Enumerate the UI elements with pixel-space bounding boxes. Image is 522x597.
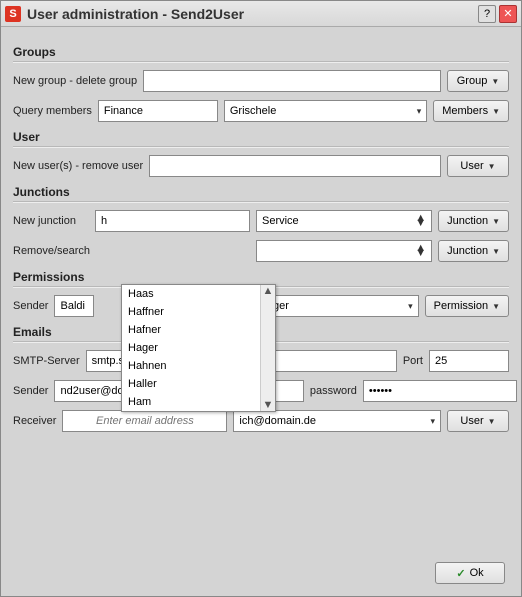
scroll-down-icon: ▼ bbox=[263, 399, 274, 411]
permission-sender-input[interactable] bbox=[54, 295, 94, 317]
port-label: Port bbox=[403, 355, 423, 367]
permission-button[interactable]: Permission▼ bbox=[425, 295, 509, 317]
password-input[interactable] bbox=[363, 380, 517, 402]
query-members-input[interactable] bbox=[98, 100, 218, 122]
chevron-down-icon: ▼ bbox=[492, 247, 500, 256]
autocomplete-dropdown[interactable]: Haas Haffner Hafner Hager Hahnen Haller … bbox=[121, 284, 276, 412]
chevron-down-icon: ▼ bbox=[488, 417, 496, 426]
new-junction-input[interactable] bbox=[95, 210, 250, 232]
user-button[interactable]: User▼ bbox=[447, 155, 509, 177]
new-user-label: New user(s) - remove user bbox=[13, 160, 143, 172]
window-title: User administration - Send2User bbox=[27, 6, 475, 22]
close-button[interactable]: ✕ bbox=[499, 5, 517, 23]
grischele-select[interactable]: Grischele▾ bbox=[224, 100, 427, 122]
user-button-2[interactable]: User▼ bbox=[447, 410, 509, 432]
chevron-down-icon: ▾ bbox=[408, 301, 413, 312]
check-icon: ✓ bbox=[456, 567, 465, 580]
chevron-down-icon: ▾ bbox=[430, 416, 435, 427]
new-group-label: New group - delete group bbox=[13, 75, 137, 87]
updown-icon: ▲▼ bbox=[415, 246, 426, 256]
user-title: User bbox=[13, 130, 509, 144]
scroll-up-icon: ▲ bbox=[263, 285, 274, 297]
receiver-select[interactable]: ich@domain.de▾ bbox=[233, 410, 441, 432]
password-label: password bbox=[310, 385, 357, 397]
remove-search-label: Remove/search bbox=[13, 245, 89, 257]
groups-title: Groups bbox=[13, 45, 509, 59]
chevron-down-icon: ▼ bbox=[492, 107, 500, 116]
chevron-down-icon: ▼ bbox=[492, 217, 500, 226]
email-sender-label: Sender bbox=[13, 385, 48, 397]
app-icon: S bbox=[5, 6, 21, 22]
updown-icon: ▲▼ bbox=[415, 216, 426, 226]
chevron-down-icon: ▼ bbox=[488, 162, 496, 171]
junction-button-2[interactable]: Junction▼ bbox=[438, 240, 509, 262]
list-item[interactable]: Haas bbox=[122, 285, 275, 303]
chevron-down-icon: ▾ bbox=[417, 106, 422, 117]
list-item[interactable]: Hager bbox=[122, 339, 275, 357]
list-item[interactable]: Ham bbox=[122, 393, 275, 411]
list-item[interactable]: Haller bbox=[122, 375, 275, 393]
chevron-down-icon: ▼ bbox=[491, 77, 499, 86]
ok-button[interactable]: ✓ Ok bbox=[435, 562, 505, 584]
junction-button[interactable]: Junction▼ bbox=[438, 210, 509, 232]
help-button[interactable]: ? bbox=[478, 5, 496, 23]
port-input[interactable] bbox=[429, 350, 509, 372]
query-members-label: Query members bbox=[13, 105, 92, 117]
close-icon: ✕ bbox=[503, 7, 512, 20]
junctions-title: Junctions bbox=[13, 185, 509, 199]
new-junction-label: New junction bbox=[13, 215, 89, 227]
list-item[interactable]: Haffner bbox=[122, 303, 275, 321]
chevron-down-icon: ▼ bbox=[492, 302, 500, 311]
list-item[interactable]: Hahnen bbox=[122, 357, 275, 375]
remove-search-spinner[interactable]: ▲▼ bbox=[256, 240, 432, 262]
scrollbar[interactable]: ▲▼ bbox=[260, 285, 275, 411]
receiver-label: Receiver bbox=[13, 415, 56, 427]
new-user-input[interactable] bbox=[149, 155, 441, 177]
members-button[interactable]: Members▼ bbox=[433, 100, 509, 122]
smtp-label: SMTP-Server bbox=[13, 355, 80, 367]
new-group-input[interactable] bbox=[143, 70, 441, 92]
receiver-input[interactable] bbox=[62, 410, 227, 432]
permission-sender-label: Sender bbox=[13, 300, 48, 312]
list-item[interactable]: Hafner bbox=[122, 321, 275, 339]
group-button[interactable]: Group▼ bbox=[447, 70, 509, 92]
help-icon: ? bbox=[484, 8, 490, 20]
service-spinner[interactable]: Service▲▼ bbox=[256, 210, 432, 232]
permissions-title: Permissions bbox=[13, 270, 509, 284]
